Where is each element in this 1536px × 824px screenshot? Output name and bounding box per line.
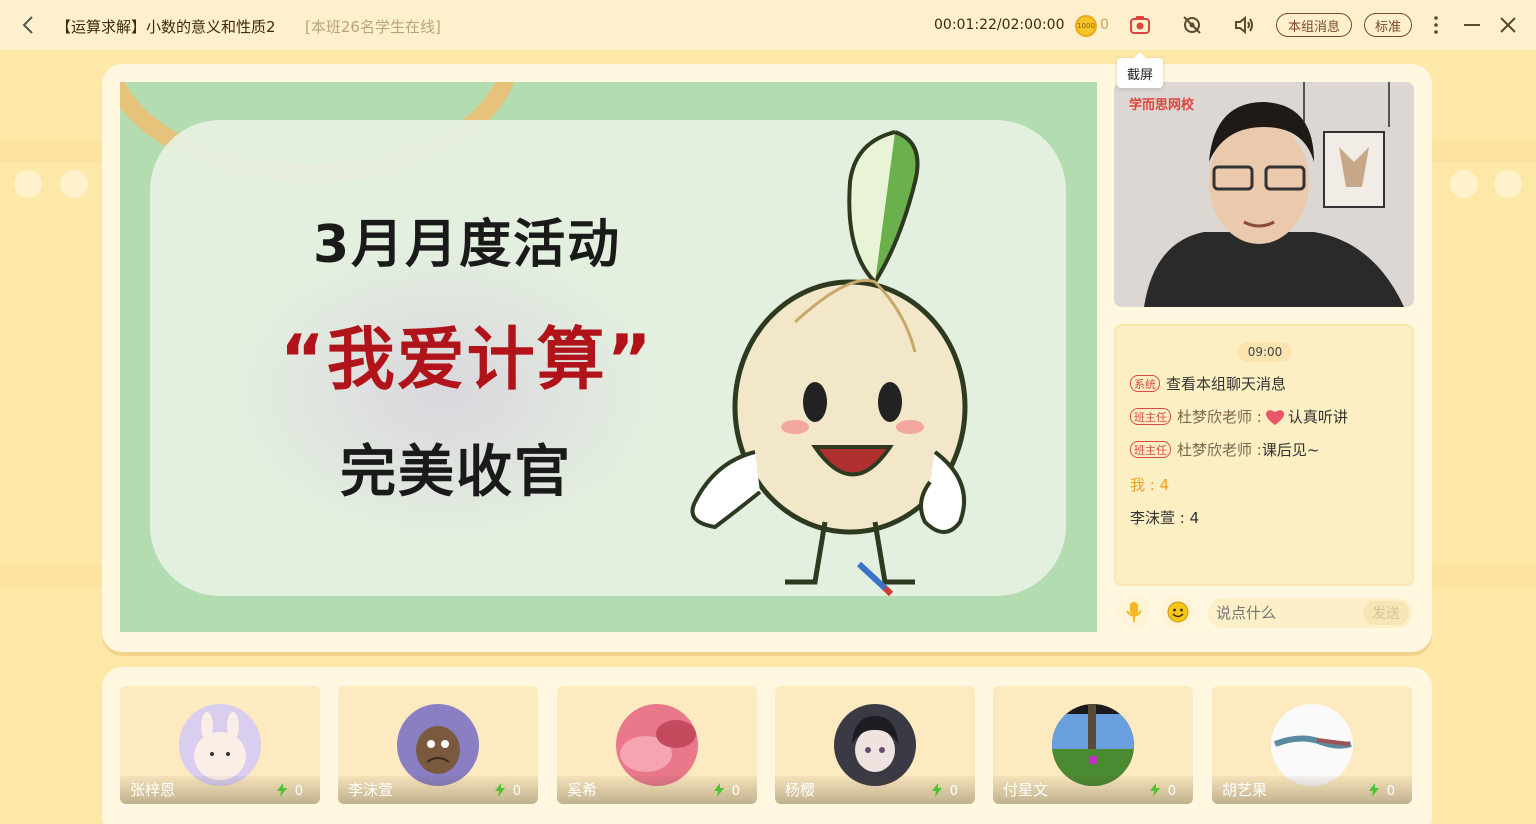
chat-timestamp: 09:00 [1238, 342, 1292, 362]
avatar [179, 704, 261, 786]
quality-button[interactable]: 标准 [1364, 13, 1412, 37]
screenshot-icon[interactable] [1128, 13, 1152, 37]
minimize-icon[interactable] [1460, 13, 1484, 37]
teacher-portrait [1114, 82, 1414, 307]
energy-icon [277, 783, 287, 797]
back-icon[interactable] [16, 12, 42, 38]
student-name: 胡艺果 [1222, 781, 1268, 799]
student-card[interactable]: 李沫萱 0 [338, 686, 538, 804]
bg-decoration [1494, 170, 1522, 198]
student-name: 李沫萱 [348, 781, 394, 799]
avatar [834, 704, 916, 786]
student-card[interactable]: 杨樱 0 [775, 686, 975, 804]
pencil-icon [856, 561, 894, 596]
slide-title-line3: 完美收官 [340, 440, 572, 505]
system-tag: 系统 [1130, 375, 1160, 392]
avatar [1271, 704, 1353, 786]
student-name: 杨樱 [785, 781, 816, 799]
bg-decoration [14, 170, 42, 198]
energy-count: 0 [949, 784, 958, 799]
bg-decoration [0, 565, 102, 587]
school-logo: 学而思网校 [1129, 98, 1195, 113]
lesson-title: 【运算求解】小数的意义和性质2 [56, 18, 276, 36]
student-card[interactable]: 张梓恩 0 [120, 686, 320, 804]
online-count: [本班26名学生在线] [305, 18, 441, 36]
chat-message: 班主任 杜梦欣老师 : 认真听讲 [1130, 406, 1348, 427]
chat-message-me: 我 : 4 [1130, 476, 1170, 494]
chat-panel: 09:00 系统 查看本组聊天消息 班主任 杜梦欣老师 : 认真听讲 班主任 杜… [1114, 324, 1414, 586]
chat-sender: 杜梦欣老师 : [1177, 441, 1262, 459]
energy-count: 0 [1167, 784, 1176, 799]
chat-message: 李沫萱 : 4 [1130, 509, 1200, 527]
coin-icon: 1000 [1075, 15, 1097, 37]
student-name: 奚希 [567, 781, 598, 799]
microphone-icon[interactable] [1118, 596, 1150, 628]
student-card[interactable]: 胡艺果 0 [1212, 686, 1412, 804]
energy-icon [714, 783, 724, 797]
avatar [397, 704, 479, 786]
energy-count: 0 [512, 784, 521, 799]
garlic-mascot-illustration [690, 130, 968, 585]
chat-text[interactable]: 查看本组聊天消息 [1166, 373, 1286, 394]
chat-sender: 杜梦欣老师 : [1177, 408, 1262, 426]
class-timer: 00:01:22/02:00:00 [934, 17, 1065, 33]
energy-icon [495, 783, 505, 797]
avatar [616, 704, 698, 786]
chat-message: 班主任 杜梦欣老师 : 课后见~ [1130, 439, 1319, 460]
bg-decoration [1432, 140, 1536, 162]
student-card[interactable]: 奚希 0 [557, 686, 757, 804]
energy-count: 0 [294, 784, 303, 799]
teacher-tag: 班主任 [1130, 441, 1171, 458]
chat-text: 认真听讲 [1287, 408, 1348, 426]
send-button[interactable]: 发送 [1363, 601, 1409, 625]
heart-emoji-icon [1265, 409, 1284, 425]
avatar [1052, 704, 1134, 786]
emoji-icon[interactable] [1162, 596, 1194, 628]
close-icon[interactable] [1496, 13, 1520, 37]
student-name: 付星文 [1003, 781, 1049, 799]
teacher-tag: 班主任 [1130, 408, 1171, 425]
courseware-slide: 3月月度活动 “我爱计算” 完美收官 [120, 82, 1097, 632]
bg-decoration [1432, 565, 1536, 587]
energy-icon [1150, 783, 1160, 797]
bg-decoration [0, 140, 102, 162]
teacher-video[interactable]: 学而思网校 [1114, 82, 1414, 307]
bg-decoration [1450, 170, 1478, 198]
slide-title-line1: 3月月度活动 [313, 215, 622, 275]
camera-off-icon[interactable] [1180, 13, 1204, 37]
energy-count: 0 [1386, 784, 1395, 799]
student-card[interactable]: 付星文 0 [993, 686, 1193, 804]
chat-message: 系统 查看本组聊天消息 [1130, 373, 1286, 394]
student-name: 张梓恩 [130, 781, 176, 799]
bg-decoration [60, 170, 88, 198]
top-bar: 【运算求解】小数的意义和性质2 [本班26名学生在线] 00:01:22/02:… [0, 0, 1536, 50]
energy-icon [932, 783, 942, 797]
chat-input-row: 发送 [1118, 596, 1414, 630]
chat-text: 课后见~ [1261, 441, 1320, 459]
volume-icon[interactable] [1232, 13, 1256, 37]
group-messages-button[interactable]: 本组消息 [1276, 13, 1352, 37]
coin-count: 0 [1100, 17, 1109, 33]
energy-count: 0 [731, 784, 740, 799]
screenshot-tooltip: 截屏 [1117, 52, 1163, 88]
more-icon[interactable] [1424, 13, 1448, 37]
slide-title-line2: “我爱计算” [280, 321, 654, 400]
energy-icon [1369, 783, 1379, 797]
